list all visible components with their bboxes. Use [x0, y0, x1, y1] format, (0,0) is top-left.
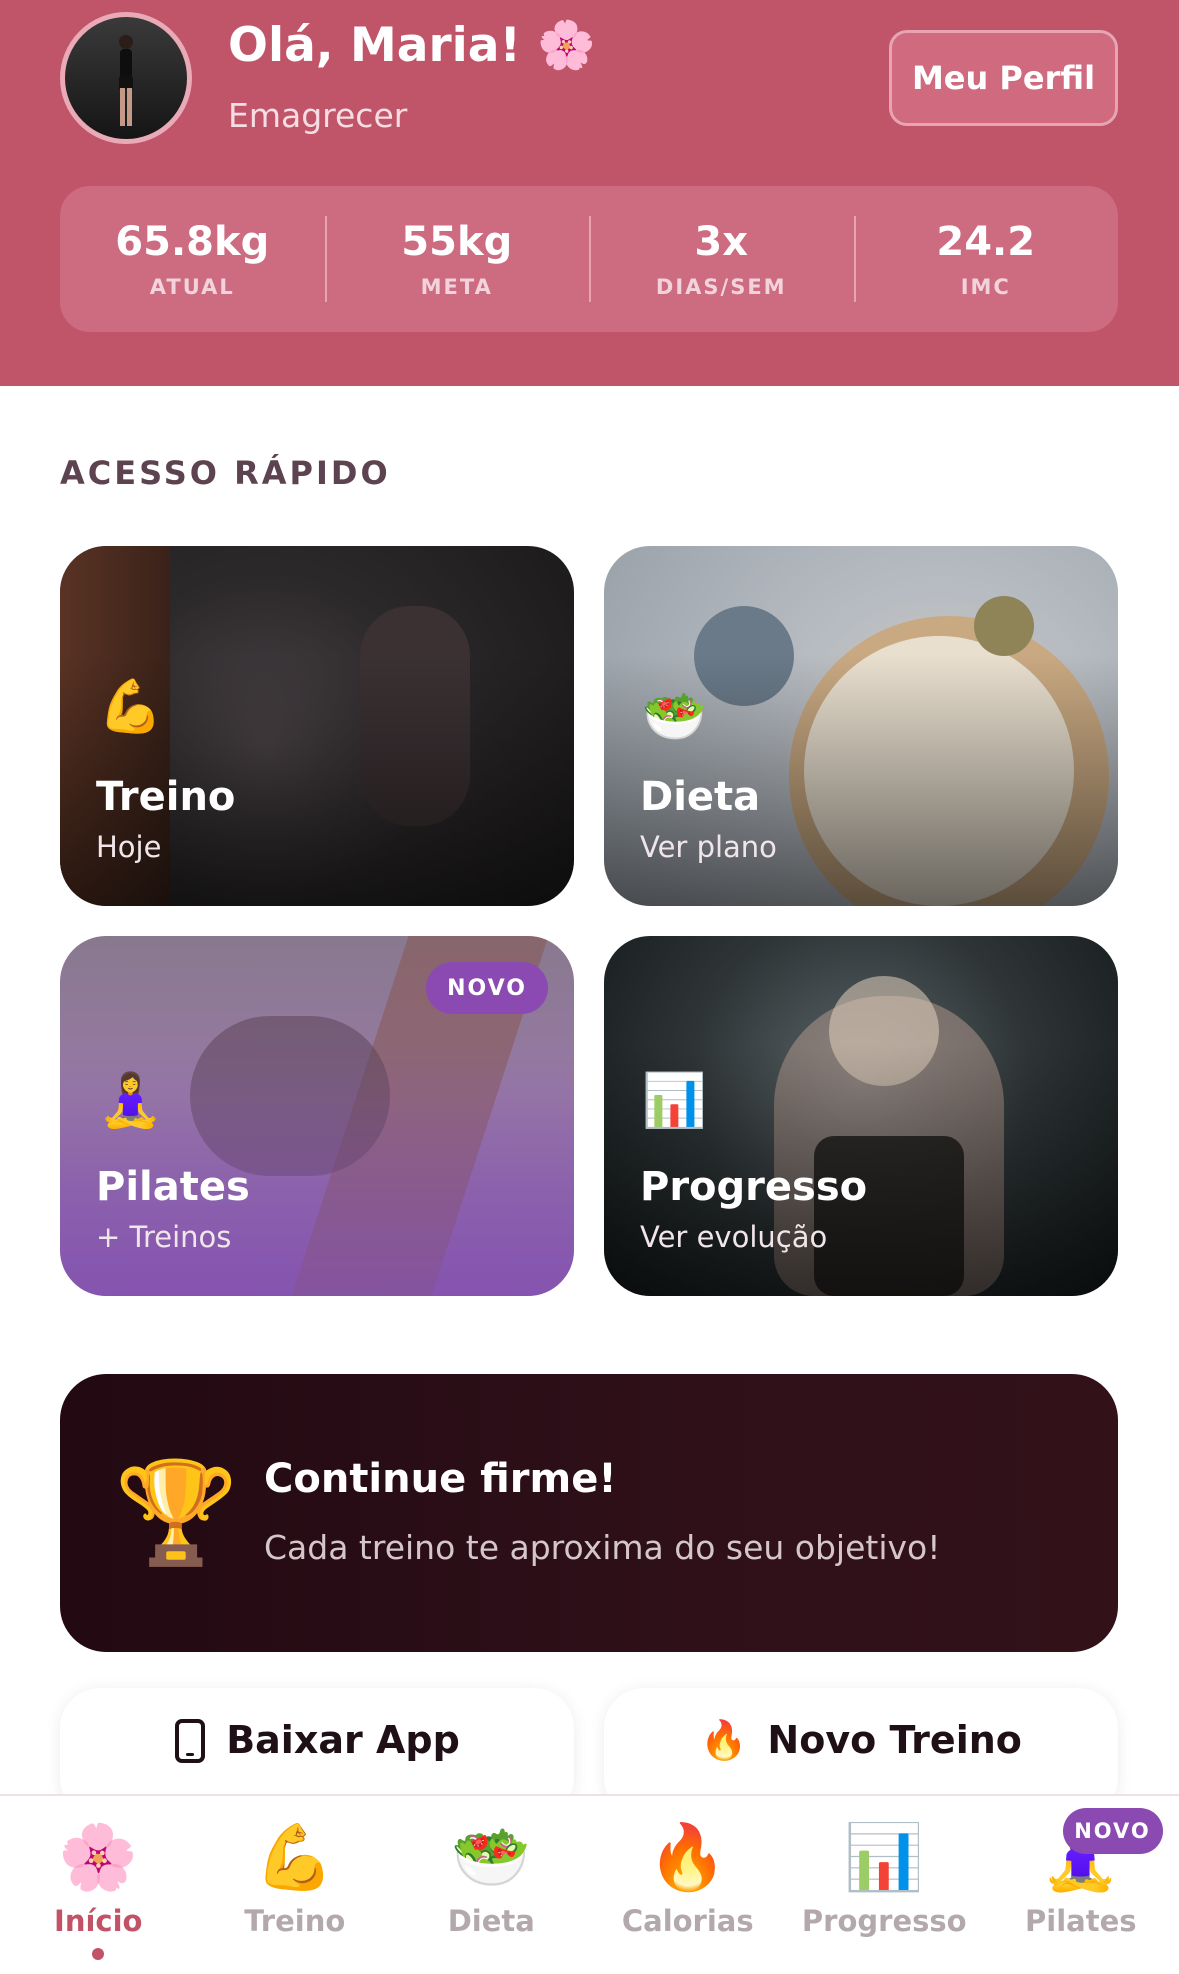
stat-label: IMC — [960, 275, 1011, 299]
card-title: Dieta — [640, 774, 761, 820]
trophy-icon: 🏆 — [114, 1454, 239, 1571]
bar-chart-icon: 📊 — [642, 1071, 707, 1131]
stats-panel: 65.8kg ATUAL 55kg META 3x DIAS/SEM 24.2 … — [60, 186, 1118, 332]
action-label: Novo Treino — [767, 1718, 1022, 1762]
card-subtitle: Hoje — [96, 830, 162, 864]
nav-label: Dieta — [447, 1904, 535, 1938]
nav-label: Progresso — [801, 1904, 967, 1938]
nav-item-diet[interactable]: 🥗 Dieta — [393, 1796, 590, 1974]
card-title: Pilates — [96, 1164, 250, 1210]
card-subtitle: + Treinos — [96, 1220, 232, 1254]
section-title-quick-access: ACESSO RÁPIDO — [60, 454, 391, 492]
nav-item-pilates[interactable]: NOVO 🧘‍♀️ Pilates — [983, 1796, 1179, 1974]
flexed-bicep-icon: 💪 — [254, 1821, 335, 1895]
card-title: Treino — [96, 774, 236, 820]
salad-icon: 🥗 — [642, 687, 707, 747]
stat-days-per-week: 3x DIAS/SEM — [589, 186, 854, 332]
stat-goal-weight: 55kg META — [324, 186, 590, 332]
fire-icon: 🔥 — [647, 1821, 728, 1895]
card-progress[interactable]: 📊 Progresso Ver evolução — [604, 936, 1118, 1296]
avatar-figure-icon — [119, 35, 133, 126]
flexed-bicep-icon: 💪 — [98, 677, 163, 737]
greeting: Olá, Maria! 🌸 — [228, 18, 596, 73]
bar-chart-icon: 📊 — [844, 1821, 925, 1895]
active-indicator — [92, 1948, 105, 1960]
stat-bmi: 24.2 IMC — [853, 186, 1119, 332]
bottom-nav: 🌸 Início 💪 Treino 🥗 Dieta 🔥 Calorias 📊 P… — [0, 1794, 1179, 1974]
salad-icon: 🥗 — [451, 1821, 532, 1895]
stat-label: META — [420, 275, 493, 299]
card-subtitle: Ver plano — [640, 830, 777, 864]
my-profile-button[interactable]: Meu Perfil — [889, 30, 1118, 126]
profile-header: Olá, Maria! 🌸 Emagrecer Meu Perfil 65.8k… — [0, 0, 1179, 386]
goal-label: Emagrecer — [228, 96, 408, 135]
yoga-icon: 🧘‍♀️ — [98, 1071, 163, 1131]
action-label: Baixar App — [226, 1718, 460, 1762]
stat-value: 3x — [694, 219, 749, 265]
stat-value: 55kg — [401, 219, 513, 265]
stat-value: 24.2 — [936, 219, 1036, 265]
fire-icon: 🔥 — [700, 1718, 748, 1762]
motivation-subtitle: Cada treino te aproxima do seu objetivo! — [264, 1528, 941, 1567]
stat-current-weight: 65.8kg ATUAL — [60, 186, 325, 332]
nav-item-home[interactable]: 🌸 Início — [0, 1796, 197, 1974]
nav-label: Calorias — [621, 1904, 754, 1938]
card-workout[interactable]: 💪 Treino Hoje — [60, 546, 574, 906]
card-diet[interactable]: 🥗 Dieta Ver plano — [604, 546, 1118, 906]
nav-label: Início — [54, 1904, 143, 1938]
cherry-blossom-icon: 🌸 — [58, 1821, 139, 1895]
stat-label: DIAS/SEM — [655, 275, 787, 299]
card-title: Progresso — [640, 1164, 868, 1210]
new-badge: NOVO — [426, 962, 548, 1014]
new-badge: NOVO — [1062, 1808, 1163, 1854]
nav-label: Pilates — [1025, 1904, 1137, 1938]
motivation-banner: 🏆 Continue firme! Cada treino te aproxim… — [60, 1374, 1118, 1652]
nav-label: Treino — [244, 1904, 346, 1938]
stat-value: 65.8kg — [115, 219, 270, 265]
stat-label: ATUAL — [149, 275, 235, 299]
card-pilates[interactable]: NOVO 🧘‍♀️ Pilates + Treinos — [60, 936, 574, 1296]
card-subtitle: Ver evolução — [640, 1220, 828, 1254]
motivation-title: Continue firme! — [264, 1456, 617, 1502]
avatar[interactable] — [60, 12, 192, 144]
nav-item-calories[interactable]: 🔥 Calorias — [590, 1796, 787, 1974]
phone-icon — [174, 1718, 206, 1773]
nav-item-progress[interactable]: 📊 Progresso — [786, 1796, 983, 1974]
nav-item-workout[interactable]: 💪 Treino — [197, 1796, 394, 1974]
